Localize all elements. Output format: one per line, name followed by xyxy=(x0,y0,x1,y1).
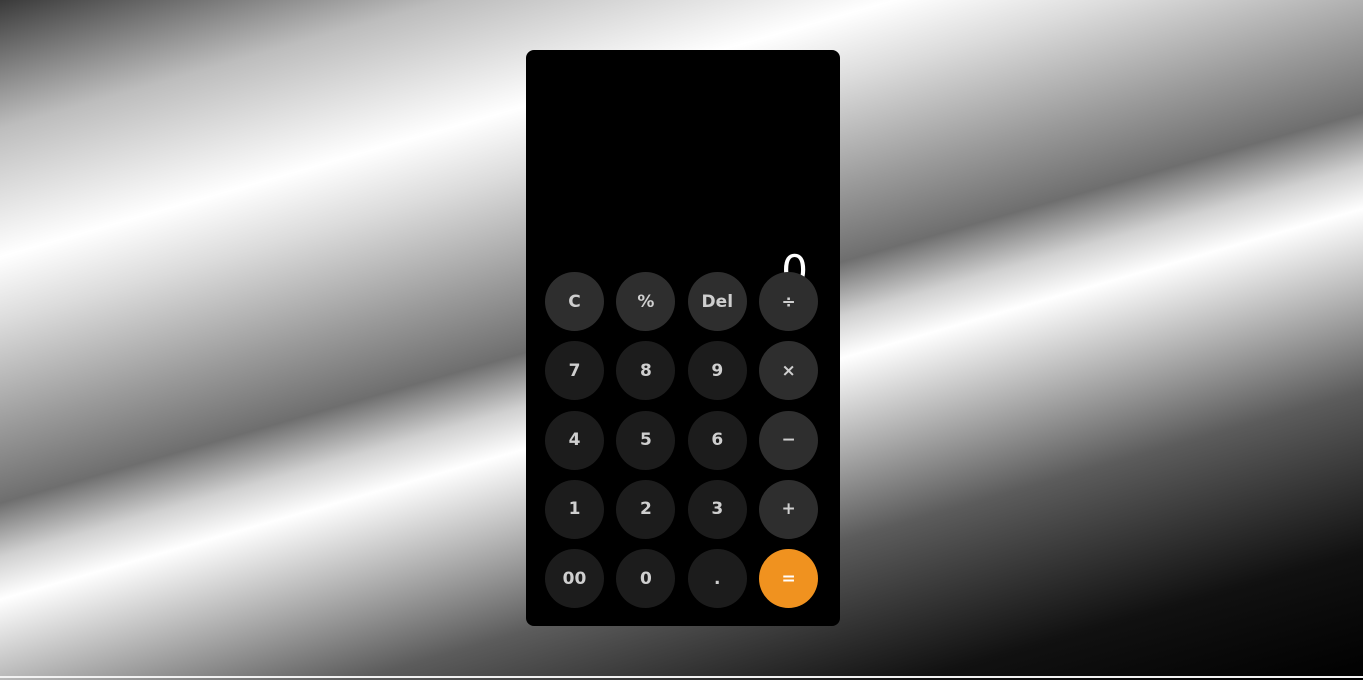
display: 0 xyxy=(526,50,840,295)
decimal-point-button[interactable]: . xyxy=(687,549,747,609)
digit-2-button[interactable]: 2 xyxy=(616,479,676,539)
percent-button[interactable]: % xyxy=(616,272,676,331)
digit-8-button[interactable]: 8 xyxy=(616,341,676,401)
digit-3-button[interactable]: 3 xyxy=(687,479,747,539)
subtract-button[interactable]: − xyxy=(759,410,819,470)
equals-button[interactable]: = xyxy=(759,549,819,609)
clear-button[interactable]: C xyxy=(545,272,604,331)
keypad: C % Del ÷ 7 8 9 × 4 5 6 − 1 2 3 + 00 0 .… xyxy=(545,272,819,609)
digit-4-button[interactable]: 4 xyxy=(545,410,604,470)
digit-6-button[interactable]: 6 xyxy=(687,410,747,470)
digit-9-button[interactable]: 9 xyxy=(687,341,747,401)
add-button[interactable]: + xyxy=(759,479,819,539)
calculator: 0 C % Del ÷ 7 8 9 × 4 5 6 − 1 2 3 + 00 0… xyxy=(526,50,840,626)
digit-5-button[interactable]: 5 xyxy=(616,410,676,470)
digit-0-button[interactable]: 0 xyxy=(616,549,676,609)
bottom-divider xyxy=(0,676,1363,678)
double-zero-button[interactable]: 00 xyxy=(545,549,604,609)
multiply-button[interactable]: × xyxy=(759,341,819,401)
divide-button[interactable]: ÷ xyxy=(759,272,819,331)
digit-1-button[interactable]: 1 xyxy=(545,479,604,539)
delete-button[interactable]: Del xyxy=(687,272,747,331)
digit-7-button[interactable]: 7 xyxy=(545,341,604,401)
